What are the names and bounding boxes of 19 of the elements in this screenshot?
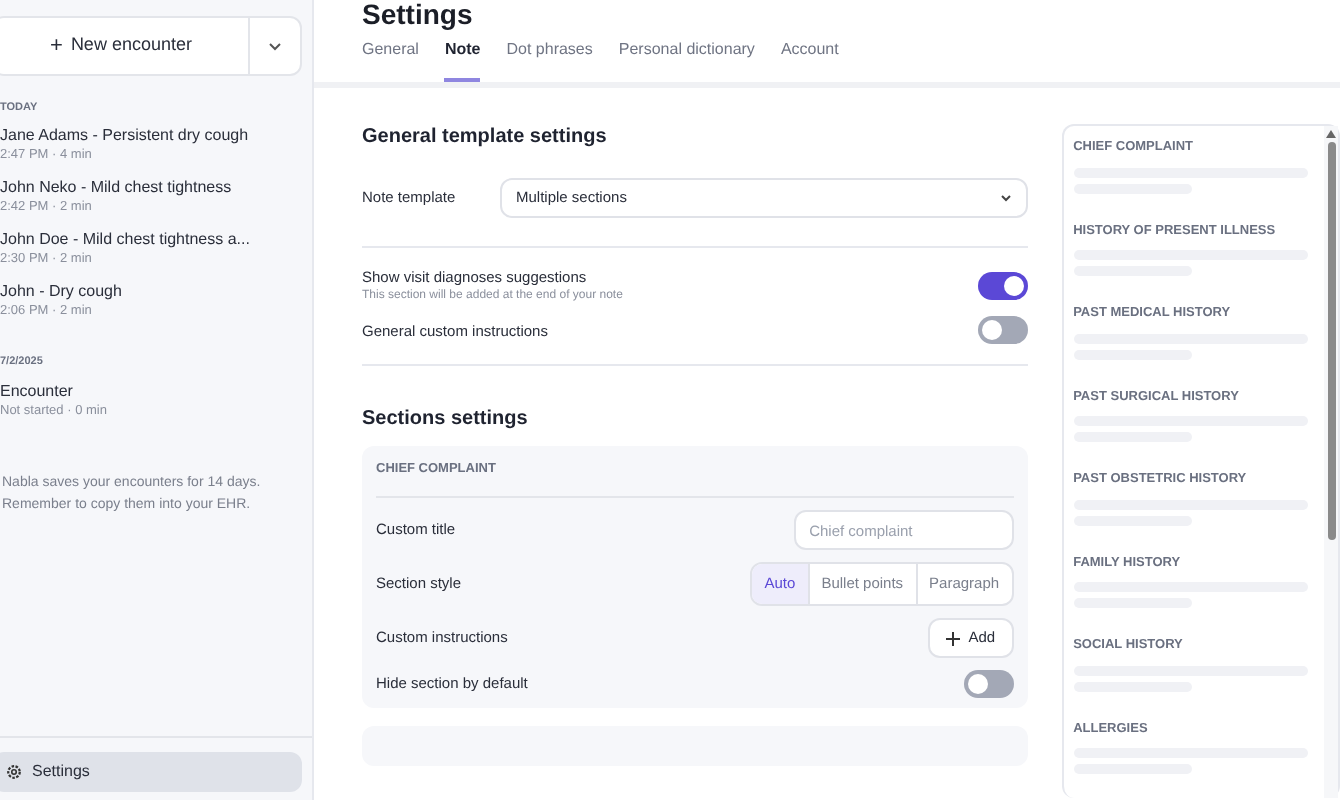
tab[interactable]: Note xyxy=(444,38,481,82)
toggle-switch[interactable] xyxy=(977,316,1028,345)
tab[interactable]: Dot phrases xyxy=(506,38,593,82)
tab[interactable]: Account xyxy=(780,38,839,82)
scroll-up-icon xyxy=(1326,130,1336,138)
plus-icon xyxy=(946,631,961,645)
section-heading: Sections settings xyxy=(362,406,530,435)
scrollbar-thumb[interactable] xyxy=(1327,142,1335,540)
section-heading: General template settings xyxy=(362,124,609,152)
chevron-down-icon xyxy=(999,194,1012,202)
tab[interactable]: General xyxy=(362,38,419,82)
toggle-switch[interactable] xyxy=(963,670,1014,698)
toggle-switch[interactable] xyxy=(977,272,1028,301)
chevron-down-icon xyxy=(268,41,282,51)
page-title: Settings xyxy=(362,0,475,28)
settings-button[interactable]: Settings xyxy=(0,752,302,792)
settings-icon xyxy=(6,764,22,780)
tab[interactable]: Personal dictionary xyxy=(618,38,755,82)
scrollbar[interactable] xyxy=(1324,126,1338,798)
